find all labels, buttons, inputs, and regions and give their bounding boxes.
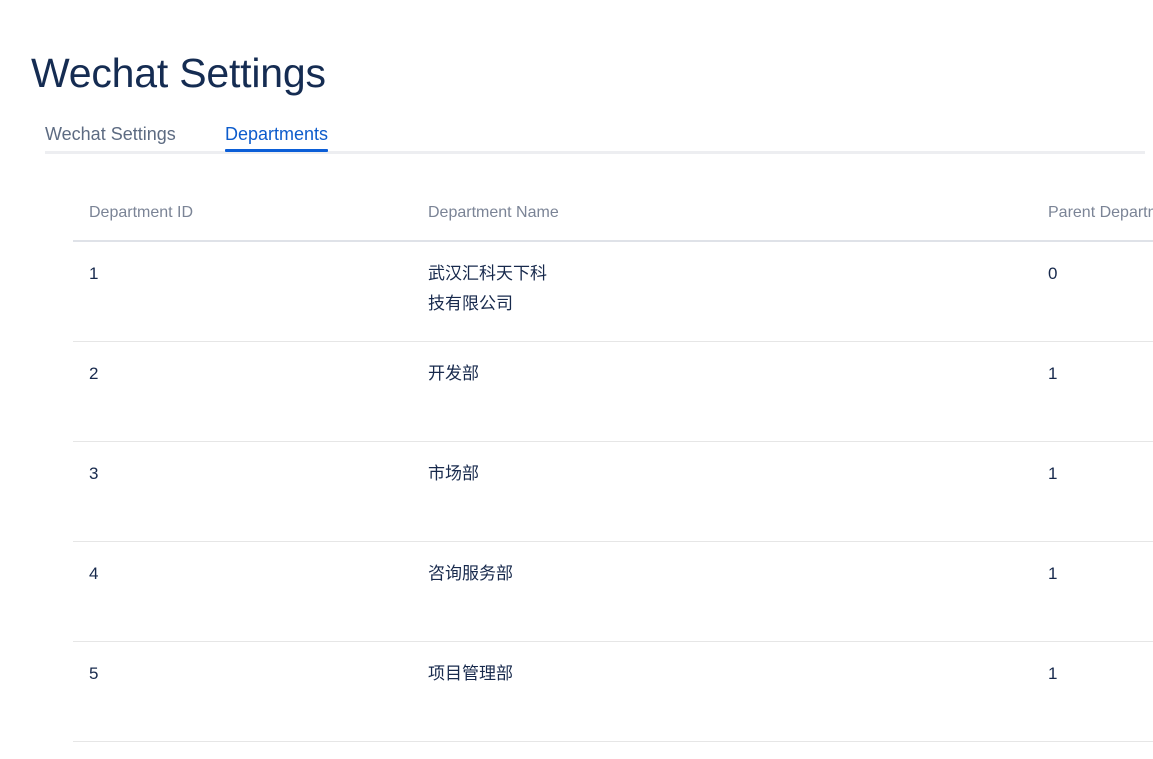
cell-department-name: 市场部 (428, 464, 479, 483)
table-row: 2 开发部 1 View Users Sync Users (73, 341, 1153, 442)
cell-department-name: 项目管理部 (428, 664, 513, 683)
tab-bar: Wechat Settings Departments (45, 117, 1145, 154)
cell-department-name: 武汉汇科天下科技有限公司 (428, 264, 547, 313)
cell-department-id: 1 (89, 264, 99, 283)
table-header-row: Department ID Department Name Parent Dep… (73, 204, 1153, 242)
tab-wechat-settings[interactable]: Wechat Settings (45, 117, 176, 151)
table-body: 1 武汉汇科天下科技有限公司 0 View Users Sync Users 2… (73, 241, 1153, 742)
table-row: 1 武汉汇科天下科技有限公司 0 View Users Sync Users (73, 241, 1153, 342)
page-title: Wechat Settings (31, 50, 326, 97)
table-row: 4 咨询服务部 1 View Users Sync Users (73, 541, 1153, 642)
cell-department-id: 4 (89, 564, 99, 583)
column-header-department-id: Department ID (73, 204, 243, 242)
table-head: Department ID Department Name Parent Dep… (73, 204, 1153, 242)
departments-table-container: Department ID Department Name Parent Dep… (73, 204, 1153, 742)
cell-department-id: 5 (89, 664, 99, 683)
table-row: 3 市场部 1 View Users Sync Users (73, 441, 1153, 542)
table-row: 5 项目管理部 1 View Users Sync Users (73, 641, 1153, 742)
wechat-settings-page: Wechat Settings Wechat Settings Departme… (0, 0, 1153, 759)
tab-departments[interactable]: Departments (225, 117, 329, 152)
column-header-department-name: Department Name (243, 204, 559, 242)
column-header-parent-department-id: Parent Department Id (553, 204, 1153, 242)
cell-department-id: 2 (89, 364, 99, 383)
tab-bar-rule (45, 151, 1145, 154)
departments-table: Department ID Department Name Parent Dep… (73, 204, 1153, 742)
cell-department-name: 咨询服务部 (428, 564, 513, 583)
cell-department-name: 开发部 (428, 364, 479, 383)
cell-department-id: 3 (89, 464, 99, 483)
